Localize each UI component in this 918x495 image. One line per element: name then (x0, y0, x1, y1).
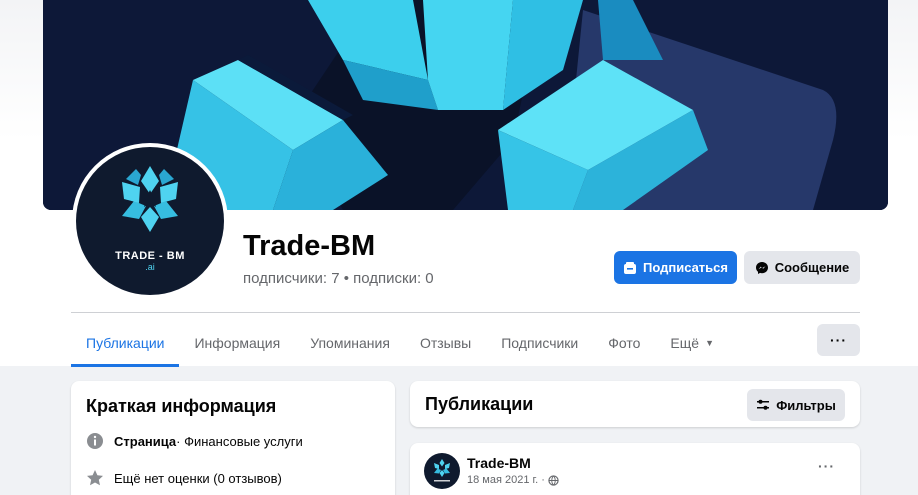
tab-publications[interactable]: Публикации (71, 323, 180, 367)
post-card: Trade-BM 18 мая 2021 г. · ··· (410, 443, 860, 495)
message-button[interactable]: Сообщение (744, 251, 860, 284)
more-options-button[interactable]: ··· (817, 324, 860, 356)
tab-more[interactable]: Ещё ▼ (655, 323, 729, 363)
subscribe-button[interactable]: Подписаться (614, 251, 737, 284)
post-author-avatar[interactable] (424, 453, 460, 489)
tab-photos[interactable]: Фото (593, 323, 655, 363)
tab-label: Информация (194, 335, 281, 351)
message-label: Сообщение (774, 260, 850, 275)
post-date-text: 18 мая 2021 г. · (467, 474, 545, 486)
globe-icon (548, 474, 559, 486)
intro-category-row: Страница · Финансовые услуги (86, 432, 303, 450)
page-avatar[interactable]: TRADE - BM .ai (76, 147, 224, 295)
messenger-icon (755, 261, 768, 274)
subscribe-label: Подписаться (642, 260, 728, 275)
tab-label: Ещё (670, 335, 700, 351)
avatar-brand-sub: .ai (145, 262, 155, 272)
tab-label: Фото (608, 335, 641, 351)
tab-mentions[interactable]: Упоминания (295, 323, 405, 363)
post-date[interactable]: 18 мая 2021 г. · (467, 474, 559, 486)
trade-bm-logo-icon (434, 459, 450, 482)
avatar-brand-text: TRADE - BM (115, 250, 185, 262)
publications-title: Публикации (425, 394, 534, 414)
page-follow-stats[interactable]: подписчики: 7 • подписки: 0 (243, 270, 434, 287)
intro-category-prefix[interactable]: Страница (114, 434, 176, 449)
trade-bm-logo-icon (122, 166, 178, 232)
tab-label: Публикации (86, 335, 165, 351)
filters-label: Фильтры (776, 397, 836, 413)
filters-button[interactable]: Фильтры (747, 389, 845, 421)
profile-tabs: Публикации Информация Упоминания Отзывы … (71, 323, 729, 367)
intro-rating-row: Ещё нет оценки (0 отзывов) (86, 469, 282, 487)
info-icon (87, 433, 103, 449)
publications-header-card: Публикации Фильтры (410, 381, 860, 427)
tab-label: Подписчики (501, 335, 579, 351)
tab-followers[interactable]: Подписчики (486, 323, 593, 363)
tab-label: Упоминания (310, 335, 390, 351)
filter-icon (757, 399, 770, 410)
post-author-name[interactable]: Trade-BM (467, 455, 531, 471)
caret-down-icon: ▼ (705, 338, 714, 348)
intro-rating-text: Ещё нет оценки (0 отзывов) (114, 470, 282, 486)
intro-title: Краткая информация (86, 396, 277, 416)
post-more-button[interactable]: ··· (818, 458, 835, 474)
intro-category-value: · Финансовые услуги (176, 433, 303, 449)
intro-card: Краткая информация Страница · Финансовые… (71, 381, 395, 495)
tab-label: Отзывы (419, 335, 472, 351)
tab-info[interactable]: Информация (179, 323, 295, 363)
tab-reviews[interactable]: Отзывы (405, 323, 486, 363)
header-divider (71, 312, 860, 313)
subscribe-icon (623, 261, 636, 274)
star-icon (87, 470, 103, 486)
page-title: Trade-BM (243, 230, 376, 262)
